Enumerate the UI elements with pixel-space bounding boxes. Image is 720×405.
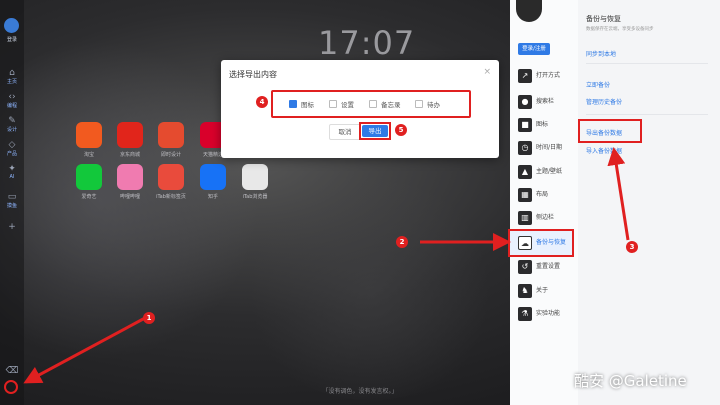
- step-marker-3: 3: [626, 241, 638, 253]
- desktop-background: 登录 ⌂ 主页 ‹› 编程 ✎ 设计 ◇ 产品 ✦ AI ▭ 摸鱼 + ⌫ 17:07 淘宝…: [0, 0, 720, 405]
- step-marker-5: 5: [395, 124, 407, 136]
- arrow-1: [23, 316, 146, 384]
- step-marker-4: 4: [256, 96, 268, 108]
- arrow-3: [607, 147, 630, 241]
- annotation-arrows: [23, 147, 630, 384]
- step-marker-1: 1: [143, 312, 155, 324]
- step-marker-2: 2: [396, 236, 408, 248]
